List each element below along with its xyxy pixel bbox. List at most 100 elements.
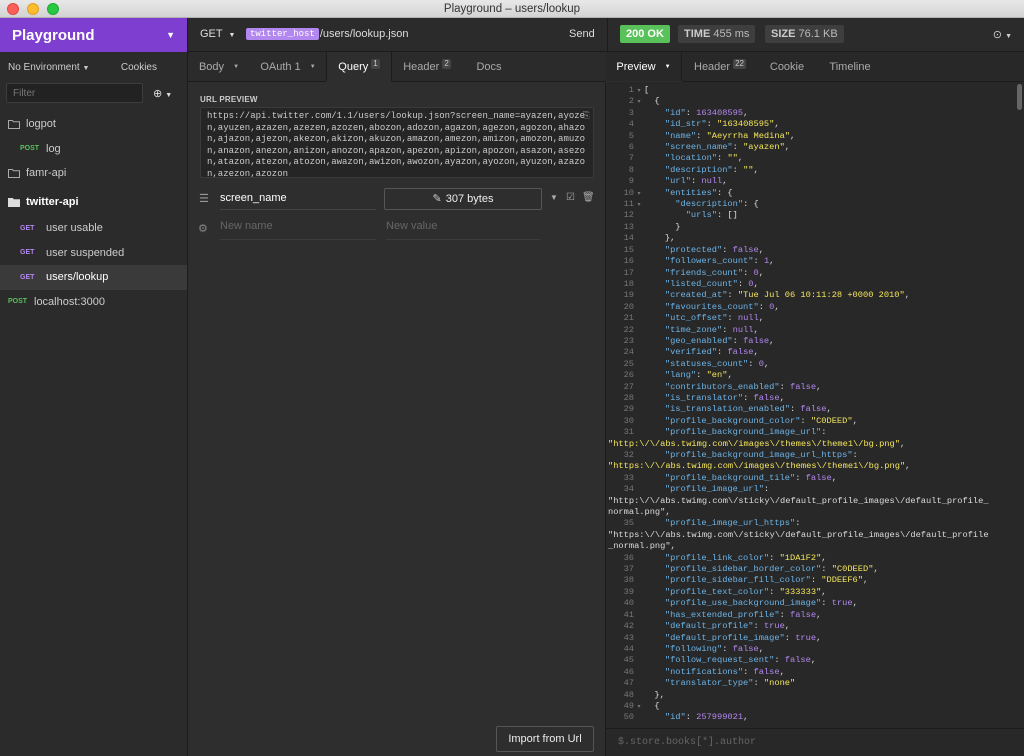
code-text: "profile_text_color": "333333", bbox=[664, 586, 827, 597]
new-name-input[interactable]: New name bbox=[220, 220, 376, 240]
code-text: [ bbox=[644, 85, 650, 95]
code-text: "http:\/\/abs.twimg.com\/sticky\/default… bbox=[608, 495, 989, 506]
environment-variable-tag[interactable]: twitter_host bbox=[246, 28, 319, 40]
line-number: 38 bbox=[623, 575, 634, 586]
fold-toggle-icon[interactable]: ▾ bbox=[634, 96, 644, 107]
sidebar-request-users-lookup[interactable]: GET users/lookup bbox=[0, 265, 187, 290]
tab-cookie[interactable]: Cookie bbox=[758, 52, 816, 82]
code-line: 50 "id": 257999021, bbox=[606, 712, 1016, 723]
code-text: "statuses_count": 0, bbox=[664, 358, 770, 369]
line-number: 34 bbox=[623, 484, 634, 495]
import-from-url-button[interactable]: Import from Url bbox=[496, 726, 594, 752]
filter-input[interactable] bbox=[6, 83, 143, 103]
add-menu-button[interactable]: ⊕ ▼ bbox=[153, 87, 172, 100]
minimize-window-button[interactable] bbox=[27, 3, 39, 15]
code-text: "translator_type": "none" bbox=[664, 678, 796, 689]
code-line: "https:\/\/abs.twimg.com\/images\/themes… bbox=[606, 461, 1016, 472]
tab-preview[interactable]: Preview ▼ bbox=[606, 52, 682, 82]
fold-toggle-icon[interactable]: ▾ bbox=[634, 85, 644, 96]
url-input[interactable]: twitter_host /users/lookup.json bbox=[246, 28, 408, 40]
window-titlebar: Playground – users/lookup bbox=[0, 0, 1024, 18]
code-text: "id_str": "163408595", bbox=[664, 119, 780, 130]
new-value-input[interactable]: New value bbox=[386, 220, 540, 240]
param-options-dropdown[interactable]: ▼ bbox=[550, 193, 558, 202]
line-number: 17 bbox=[623, 267, 634, 278]
code-line: 3 "id": 163408595, bbox=[606, 108, 1016, 119]
tab-query[interactable]: Query 1 bbox=[326, 52, 392, 82]
fold-toggle-icon[interactable]: ▾ bbox=[634, 199, 644, 210]
workspace-dropdown[interactable]: Playground ▼ bbox=[0, 18, 187, 52]
code-line: 12 "urls": [] bbox=[606, 210, 1016, 221]
code-text: }, bbox=[644, 233, 676, 244]
fold-gutter bbox=[634, 427, 644, 438]
line-number: 29 bbox=[623, 404, 634, 415]
environment-dropdown[interactable]: No Environment ▼ bbox=[8, 62, 89, 73]
fold-toggle-icon[interactable]: ▾ bbox=[634, 701, 644, 712]
line-number: 41 bbox=[623, 609, 634, 620]
zoom-window-button[interactable] bbox=[47, 3, 59, 15]
code-line: 48 }, bbox=[606, 690, 1016, 701]
code-line: 26 "lang": "en", bbox=[606, 370, 1016, 381]
line-number: 37 bbox=[623, 564, 634, 575]
code-text: "http:\/\/abs.twimg.com\/images\/themes\… bbox=[608, 438, 906, 449]
code-line: 47 "translator_type": "none" bbox=[606, 678, 1016, 689]
sidebar-folder-twitter-api[interactable]: twitter-api bbox=[0, 190, 187, 215]
sidebar-folder-logpot[interactable]: logpot bbox=[0, 112, 187, 137]
folder-icon bbox=[8, 169, 20, 179]
fold-gutter bbox=[634, 644, 644, 655]
code-line: 32 "profile_background_image_url_https": bbox=[606, 450, 1016, 461]
sidebar-request-user-usable[interactable]: GET user usable bbox=[0, 216, 187, 241]
code-text: normal.png", bbox=[608, 507, 671, 518]
fold-gutter bbox=[634, 484, 644, 495]
line-number: 46 bbox=[623, 666, 634, 677]
sidebar-request-user-suspended[interactable]: GET user suspended bbox=[0, 241, 187, 266]
sidebar-request-localhost[interactable]: POST localhost:3000 bbox=[0, 290, 187, 315]
code-text: "https:\/\/abs.twimg.com\/sticky\/defaul… bbox=[608, 529, 989, 540]
code-text: "id_str": "257999021", bbox=[644, 724, 780, 725]
code-text: "geo_enabled": false, bbox=[664, 335, 775, 346]
fold-gutter bbox=[634, 210, 644, 221]
code-text: "created_at": "Tue Jul 06 10:11:28 +0000… bbox=[664, 290, 910, 301]
drag-handle-icon[interactable]: ☰ bbox=[199, 192, 209, 205]
sidebar-request-log[interactable]: POST log bbox=[0, 137, 187, 162]
tab-docs[interactable]: Docs bbox=[462, 52, 516, 82]
trash-icon[interactable]: 🗑 bbox=[582, 192, 595, 203]
history-button[interactable]: ⊙ ▼ bbox=[993, 28, 1012, 41]
tab-timeline[interactable]: Timeline bbox=[816, 52, 884, 82]
tab-body[interactable]: Body ▼ bbox=[188, 52, 250, 82]
method-dropdown[interactable]: GET ▼ bbox=[200, 28, 235, 40]
checkbox-icon[interactable]: ☑ bbox=[566, 192, 575, 203]
code-line: 5 "name": "Aeyrrha Medina", bbox=[606, 131, 1016, 142]
line-number: 35 bbox=[623, 518, 634, 529]
send-button[interactable]: Send bbox=[569, 28, 595, 40]
code-line: _normal.png", bbox=[606, 541, 1016, 552]
response-json-viewer[interactable]: 1 ▾[2 ▾ {3 "id": 163408595, 4 "id_str": "16… bbox=[606, 85, 1016, 725]
line-number: 44 bbox=[623, 643, 634, 654]
code-text: "description": "", bbox=[664, 164, 759, 175]
code-text: "is_translator": false, bbox=[664, 392, 785, 403]
param-value-field[interactable]: ✎ 307 bytes bbox=[384, 188, 542, 210]
close-window-button[interactable] bbox=[7, 3, 19, 15]
gear-icon[interactable]: ⚙ bbox=[198, 222, 208, 235]
fold-gutter bbox=[634, 245, 644, 256]
tab-response-header[interactable]: Header 22 bbox=[682, 52, 758, 82]
copy-icon[interactable]: ⎘ bbox=[583, 111, 590, 123]
size-badge: SIZE 76.1 KB bbox=[765, 25, 844, 43]
time-value: 455 ms bbox=[713, 28, 750, 40]
tab-oauth[interactable]: OAuth 1 ▼ bbox=[250, 52, 326, 82]
code-line: 10 ▾ "entities": { bbox=[606, 188, 1016, 199]
line-number: 24 bbox=[623, 347, 634, 358]
scrollbar[interactable] bbox=[1017, 84, 1022, 110]
line-number: 27 bbox=[623, 381, 634, 392]
fold-toggle-icon[interactable]: ▾ bbox=[634, 188, 644, 199]
code-line: 24 "verified": false, bbox=[606, 347, 1016, 358]
param-name-input[interactable]: screen_name bbox=[220, 190, 376, 210]
jsonpath-filter-input[interactable]: $.store.books[*].author bbox=[606, 728, 1024, 756]
tab-header[interactable]: Header 2 bbox=[392, 52, 462, 82]
url-preview-box[interactable]: https://api.twitter.com/1.1/users/lookup… bbox=[200, 107, 594, 178]
cookies-button[interactable]: Cookies bbox=[121, 62, 157, 73]
tab-count-badge: 22 bbox=[733, 59, 746, 69]
method-label: GET bbox=[200, 28, 223, 40]
sidebar-folder-famr-api[interactable]: famr-api bbox=[0, 161, 187, 186]
code-text: "followers_count": 1, bbox=[664, 256, 775, 267]
